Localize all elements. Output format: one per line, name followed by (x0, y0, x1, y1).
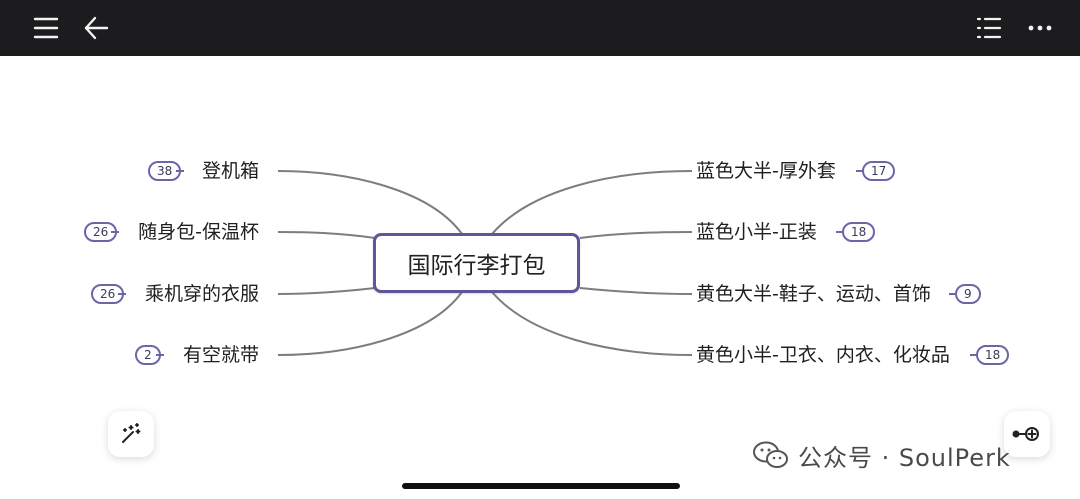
connector-right-3 (579, 287, 693, 295)
home-indicator[interactable] (402, 483, 680, 489)
mindmap-root-node[interactable]: 国际行李打包 (373, 233, 580, 293)
watermark: 公众号 · SoulPerk (752, 437, 1011, 473)
locate-node-button[interactable] (1004, 411, 1050, 457)
collapse-count-badge[interactable]: 18 (842, 222, 876, 242)
collapse-count-badge[interactable]: 18 (976, 345, 1010, 365)
branch-node-left-1[interactable]: 登机箱 (202, 156, 259, 186)
branch-node-right-2[interactable]: 蓝色小半-正装 (696, 217, 817, 247)
collapse-count-badge[interactable]: 9 (955, 284, 981, 304)
connector-right-4 (491, 291, 693, 356)
connector-left-2 (277, 231, 376, 239)
badge-connector (118, 293, 126, 295)
locate-node-icon (1012, 427, 1039, 441)
collapse-count-badge[interactable]: 17 (862, 161, 896, 181)
branch-node-left-4[interactable]: 有空就带 (183, 340, 259, 370)
connector-right-2 (579, 231, 693, 239)
magic-wand-button[interactable] (108, 411, 154, 457)
badge-connector (111, 231, 119, 233)
connector-left-3 (277, 287, 376, 295)
connector-left-1 (277, 170, 463, 235)
magic-wand-icon (122, 423, 141, 443)
branch-node-left-3[interactable]: 乘机穿的衣服 (145, 279, 259, 309)
connector-right-1 (491, 170, 693, 235)
branch-node-left-2[interactable]: 随身包-保温杯 (138, 217, 259, 247)
watermark-text: 公众号 · SoulPerk (798, 443, 1011, 472)
wechat-logo-icon (753, 441, 788, 468)
connector-left-4 (277, 291, 463, 356)
badge-connector (176, 170, 184, 172)
branch-node-right-3[interactable]: 黄色大半-鞋子、运动、首饰 (696, 279, 931, 309)
badge-connector (156, 354, 164, 356)
branch-node-right-4[interactable]: 黄色小半-卫衣、内衣、化妆品 (696, 340, 950, 370)
branch-node-right-1[interactable]: 蓝色大半-厚外套 (696, 156, 836, 186)
